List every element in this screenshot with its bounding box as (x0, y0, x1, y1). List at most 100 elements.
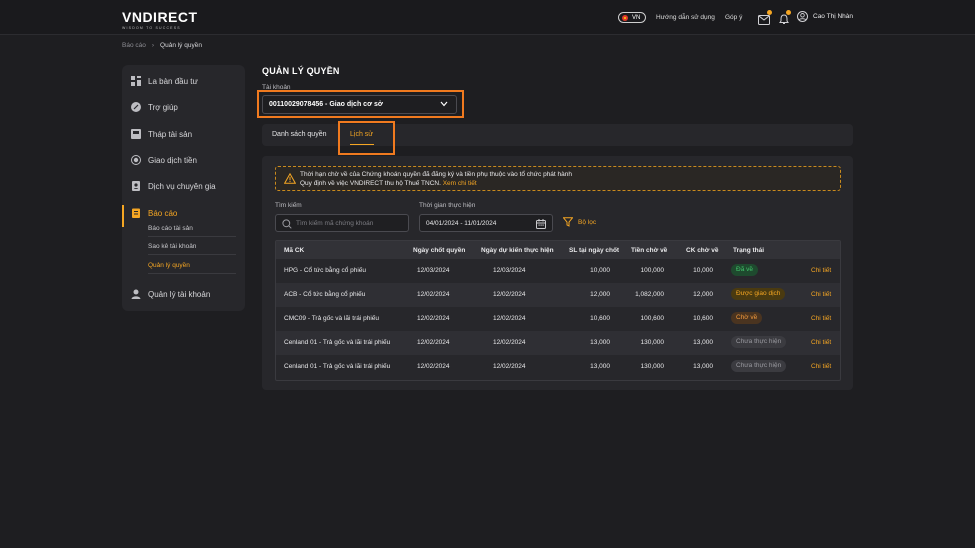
status-badge: Chờ về (731, 312, 763, 324)
cell-code: CMC09 - Trả gốc và lãi trái phiếu (284, 315, 380, 322)
table-row: Cenland 01 - Trả gốc và lãi trái phiếu 1… (276, 355, 840, 379)
expert-icon (132, 181, 140, 191)
mail-icon[interactable] (758, 10, 772, 30)
cell-cash: 100,000 (640, 267, 665, 274)
rights-history-table: Mã CK Ngày chốt quyền Ngày dự kiến thực … (275, 240, 841, 381)
cell-qty: 13,000 (590, 339, 610, 346)
breadcrumb-parent[interactable]: Báo cáo (122, 42, 146, 49)
col-header-record-date: Ngày chốt quyền (413, 247, 466, 254)
filter-button[interactable]: Bộ lọc (563, 217, 596, 227)
cell-code: Cenland 01 - Trả gốc và lãi trái phiếu (284, 363, 391, 370)
sidebar-item-account-management[interactable]: Quản lý tài khoản (122, 284, 245, 304)
detail-link[interactable]: Chi tiết (811, 363, 831, 370)
sidebar: La bàn đầu tư Trợ giúp Tháp tài sản Giao… (122, 65, 245, 311)
cell-code: HPG - Cổ tức bằng cổ phiếu (284, 267, 367, 274)
money-icon (131, 155, 141, 165)
sidebar-subitem-rights-management[interactable]: Quản lý quyền (148, 262, 236, 274)
search-field[interactable] (275, 214, 409, 232)
breadcrumb: Báo cáo › Quản lý quyền (122, 42, 202, 49)
cell-stock: 13,000 (693, 339, 713, 346)
help-icon (131, 102, 141, 112)
detail-link[interactable]: Chi tiết (811, 339, 831, 346)
cell-record-date: 12/02/2024 (417, 315, 450, 322)
user-avatar-icon (797, 11, 808, 22)
sidebar-item-cash-transactions[interactable]: Giao dịch tiền (122, 150, 245, 170)
vndirect-logo[interactable]: VNDIRECT WISDOM TO SUCCESS (122, 9, 198, 30)
tab-rights-list[interactable]: Danh sách quyền (272, 131, 326, 138)
cell-exec-date: 12/02/2024 (493, 291, 526, 298)
cell-qty: 12,000 (590, 291, 610, 298)
cell-exec-date: 12/02/2024 (493, 363, 526, 370)
filter-icon (563, 217, 573, 227)
cell-code: Cenland 01 - Trả gốc và lãi trái phiếu (284, 339, 391, 346)
sidebar-item-help[interactable]: Trợ giúp (122, 97, 245, 117)
detail-link[interactable]: Chi tiết (811, 315, 831, 322)
date-range-picker[interactable]: 04/01/2024 - 11/01/2024 (419, 214, 553, 232)
cell-qty: 10,000 (590, 267, 610, 274)
notice-line-2: Quy định về việc VNDIRECT thu hộ Thuế TN… (300, 180, 477, 187)
language-label: VN (632, 14, 641, 21)
cell-stock: 12,000 (693, 291, 713, 298)
user-name: Cao Thị Nhàn (813, 13, 853, 20)
asset-tower-icon (131, 129, 141, 139)
filter-label: Bộ lọc (578, 218, 597, 226)
search-input[interactable] (296, 218, 404, 229)
sidebar-item-expert-services[interactable]: Dịch vụ chuyên gia (122, 176, 245, 196)
sidebar-item-investment-compass[interactable]: La bàn đầu tư (122, 71, 245, 91)
cell-record-date: 12/03/2024 (417, 267, 450, 274)
dashboard-icon (131, 76, 141, 86)
sidebar-subitem-account-statement[interactable]: Sao kê tài khoản (148, 243, 236, 255)
warning-icon (284, 173, 296, 184)
col-header-qty: SL tại ngày chốt (569, 247, 620, 254)
tab-highlight-box (338, 121, 395, 155)
detail-link[interactable]: Chi tiết (811, 267, 831, 274)
bell-icon[interactable] (779, 10, 791, 30)
cell-record-date: 12/02/2024 (417, 339, 450, 346)
cell-record-date: 12/02/2024 (417, 363, 450, 370)
cell-stock: 13,000 (693, 363, 713, 370)
cell-exec-date: 12/02/2024 (493, 339, 526, 346)
col-header-cash: Tiền chờ về (631, 247, 668, 254)
status-badge: Đã về (731, 264, 758, 276)
table-row: ACB - Cổ tức bằng cổ phiếu 12/02/2024 12… (276, 283, 840, 307)
mail-badge (767, 10, 772, 15)
detail-link[interactable]: Chi tiết (811, 291, 831, 298)
sidebar-item-asset-tower[interactable]: Tháp tài sản (122, 124, 245, 144)
report-icon (132, 208, 140, 218)
notice-line-1: Thời hạn chờ về của Chứng khoán quyền đã… (300, 171, 572, 178)
user-menu[interactable]: Cao Thị Nhàn (797, 11, 853, 22)
cell-cash: 1,082,000 (635, 291, 664, 298)
table-header: Mã CK Ngày chốt quyền Ngày dự kiến thực … (276, 241, 840, 259)
search-label: Tìm kiếm (275, 202, 302, 209)
cell-cash: 100,600 (640, 315, 665, 322)
col-header-exec-date: Ngày dự kiến thực hiện (481, 247, 554, 254)
cell-stock: 10,600 (693, 315, 713, 322)
user-guide-link[interactable]: Hướng dẫn sử dụng (656, 14, 715, 21)
table-row: HPG - Cổ tức bằng cổ phiếu 12/03/2024 12… (276, 259, 840, 283)
status-badge: Chưa thực hiện (731, 360, 787, 372)
feedback-link[interactable]: Góp ý (725, 14, 742, 21)
col-header-code: Mã CK (284, 247, 305, 254)
sidebar-subitem-asset-report[interactable]: Báo cáo tài sản (148, 225, 236, 237)
vietnam-flag-icon (622, 14, 628, 21)
cell-cash: 130,000 (640, 363, 665, 370)
cell-cash: 130,000 (640, 339, 665, 346)
breadcrumb-current: Quản lý quyền (160, 42, 202, 49)
cell-stock: 10,000 (693, 267, 713, 274)
cell-exec-date: 12/03/2024 (493, 267, 526, 274)
date-range-value: 04/01/2024 - 11/01/2024 (426, 220, 497, 227)
language-toggle[interactable]: VN (618, 12, 646, 23)
status-badge: Được giao dịch (731, 288, 786, 300)
cell-exec-date: 12/02/2024 (493, 315, 526, 322)
cell-record-date: 12/02/2024 (417, 291, 450, 298)
col-header-status: Trạng thái (733, 247, 765, 254)
cell-qty: 10,600 (590, 315, 610, 322)
status-badge: Chưa thực hiện (731, 336, 787, 348)
sidebar-item-reports[interactable]: Báo cáo (122, 203, 245, 223)
chevron-right-icon: › (151, 42, 155, 49)
cell-qty: 13,000 (590, 363, 610, 370)
notice-detail-link[interactable]: Xem chi tiết (443, 180, 477, 187)
cell-code: ACB - Cổ tức bằng cổ phiếu (284, 291, 366, 298)
date-range-label: Thời gian thực hiện (419, 202, 476, 209)
search-icon (282, 219, 292, 229)
